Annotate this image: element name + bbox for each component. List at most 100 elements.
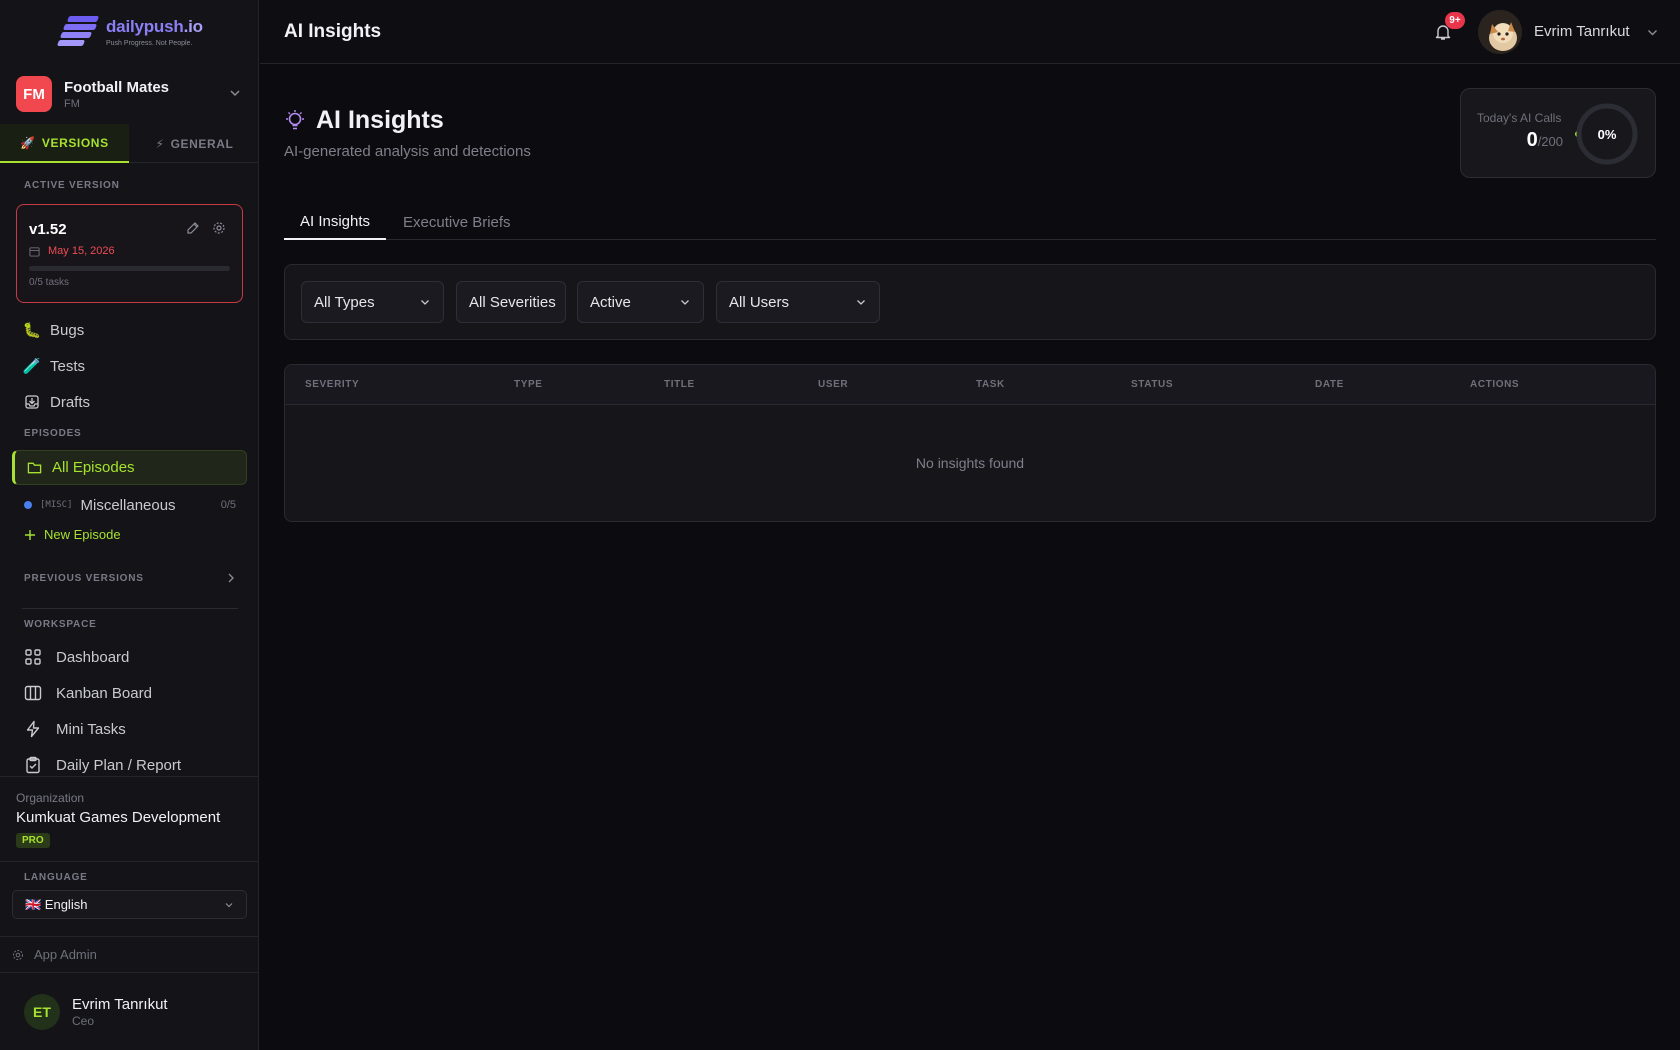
version-number: v1.52 (29, 221, 67, 238)
lightning-icon: ⚡ (155, 136, 165, 151)
ai-calls-ring: 0% (1575, 102, 1639, 166)
column-header-date[interactable]: DATE (1315, 379, 1344, 390)
rocket-icon: 🚀 (20, 135, 36, 150)
user-menu[interactable]: Evrim Tanrıkut (1478, 10, 1668, 54)
logo-mark-icon (56, 16, 100, 46)
previous-versions-label: PREVIOUS VERSIONS (24, 572, 144, 584)
tab-versions[interactable]: 🚀 VERSIONS (0, 124, 129, 163)
ai-calls-used: 0 (1526, 129, 1538, 151)
sidebar-item-tests[interactable]: 🧪 Tests (22, 351, 86, 381)
tab-executive-briefs[interactable]: Executive Briefs (387, 204, 527, 240)
episode-name: Miscellaneous (80, 496, 176, 514)
tab-ai-insights[interactable]: AI Insights (284, 204, 387, 240)
chevron-down-icon (681, 300, 689, 305)
current-user-role: Ceo (72, 1014, 95, 1028)
test-tube-icon: 🧪 (22, 358, 42, 375)
sidebar-item-label: Tests (50, 357, 86, 375)
avatar (1478, 10, 1522, 54)
version-progress-bar (29, 266, 230, 271)
clipboard-check-icon (26, 756, 40, 774)
chevron-down-icon (225, 902, 233, 907)
episode-item-miscellaneous[interactable]: [MISC] Miscellaneous 0/5 (24, 494, 236, 516)
ai-calls-widget: Today's AI Calls 0/200 0% (1460, 88, 1656, 178)
content-tabs: AI Insights Executive Briefs (284, 204, 1656, 240)
column-header-title[interactable]: TITLE (664, 379, 695, 390)
type-filter-select[interactable]: All Types (301, 281, 444, 323)
sidebar-item-all-episodes[interactable]: All Episodes (12, 450, 247, 485)
sidebar-item-label: Kanban Board (56, 684, 152, 702)
sidebar-item-dashboard[interactable]: Dashboard (24, 643, 129, 671)
active-version-card[interactable]: v1.52 May 15, 2026 0/5 tasks (16, 204, 243, 303)
brand-name: dailypush.io (106, 17, 203, 36)
sidebar-item-bugs[interactable]: 🐛 Bugs (22, 315, 85, 345)
version-date-text: May 15, 2026 (48, 245, 115, 257)
column-header-status[interactable]: STATUS (1131, 379, 1173, 390)
edit-icon[interactable] (186, 221, 200, 235)
active-version-label: ACTIVE VERSION (24, 180, 120, 191)
gear-icon (13, 949, 23, 960)
sidebar-tabs: 🚀 VERSIONS ⚡ GENERAL (0, 124, 259, 163)
user-filter-select[interactable]: All Users (716, 281, 880, 323)
chevron-down-icon (857, 300, 865, 305)
tab-general[interactable]: ⚡ GENERAL (130, 124, 259, 163)
notifications-button[interactable]: 9+ (1434, 12, 1465, 44)
status-filter-select[interactable]: Active (577, 281, 704, 323)
ai-calls-percent: 0% (1597, 126, 1617, 142)
empty-state: No insights found (915, 455, 1025, 471)
type-filter-value: All Types (314, 293, 375, 311)
new-episode-button[interactable]: New Episode (24, 527, 121, 542)
sidebar-item-mini-tasks[interactable]: Mini Tasks (24, 715, 126, 743)
sidebar-item-daily-plan[interactable]: Daily Plan / Report (24, 751, 181, 779)
sidebar-item-label: Daily Plan / Report (56, 756, 182, 774)
version-date: May 15, 2026 (29, 245, 115, 257)
column-header-severity[interactable]: SEVERITY (305, 379, 359, 390)
sidebar-item-label: Bugs (50, 321, 85, 339)
avatar: ET (24, 994, 60, 1030)
page-title-text: AI Insights (316, 106, 444, 134)
version-tasks: 0/5 tasks (29, 277, 70, 288)
sidebar-item-drafts[interactable]: Drafts (24, 387, 90, 417)
organization-panel: Organization Kumkuat Games Development P… (0, 776, 259, 862)
calendar-icon (29, 246, 40, 257)
new-episode-label: New Episode (44, 527, 121, 542)
sidebar-item-kanban-board[interactable]: Kanban Board (24, 679, 152, 707)
page-subtitle: AI-generated analysis and detections (284, 143, 531, 160)
column-header-user[interactable]: USER (818, 379, 848, 390)
filters-bar: All Types All Severities Active All User… (284, 264, 1656, 340)
chevron-down-icon (421, 300, 429, 305)
current-user-name: Evrim Tanrıkut (72, 996, 168, 1013)
language-label: LANGUAGE (24, 872, 88, 883)
ai-calls-value: 0/200 (1527, 129, 1563, 152)
sidebar-item-label: Mini Tasks (56, 720, 126, 738)
plan-badge: PRO (16, 833, 50, 848)
sidebar-item-label: Drafts (50, 393, 91, 411)
notification-badge: 9+ (1445, 12, 1465, 29)
severity-filter-select[interactable]: All Severities (456, 281, 566, 323)
language-select[interactable]: 🇬🇧 English (12, 890, 247, 919)
gear-icon[interactable] (212, 221, 226, 235)
ai-calls-limit: /200 (1537, 134, 1563, 149)
episode-tag: [MISC] (40, 500, 73, 510)
project-name: Football Mates (64, 79, 170, 96)
chevron-right-icon (228, 573, 234, 583)
project-avatar: FM (16, 76, 52, 112)
chevron-down-icon (230, 90, 240, 97)
project-switcher[interactable]: FM Football Mates FM (16, 76, 244, 112)
organization-name: Kumkuat Games Development (16, 809, 221, 826)
previous-versions-toggle[interactable]: PREVIOUS VERSIONS (24, 570, 236, 586)
column-header-actions: ACTIONS (1470, 379, 1520, 390)
tab-general-label: GENERAL (170, 136, 234, 151)
sidebar-item-label: Dashboard (56, 648, 130, 666)
column-header-type[interactable]: TYPE (514, 379, 543, 390)
divider (22, 608, 238, 609)
page-header: AI Insights AI-generated analysis and de… (284, 106, 531, 160)
inbox-icon (25, 395, 39, 409)
brand-logo[interactable]: dailypush.io Push Progress. Not People. (56, 14, 208, 50)
app-admin-link[interactable]: App Admin (0, 936, 259, 973)
table-header: SEVERITY TYPE TITLE USER TASK STATUS DAT… (285, 365, 1655, 405)
bug-icon: 🐛 (22, 322, 42, 339)
workspace-label: WORKSPACE (24, 619, 97, 630)
column-header-task[interactable]: TASK (976, 379, 1005, 390)
lightning-icon (26, 720, 40, 738)
tab-versions-label: VERSIONS (41, 135, 109, 150)
